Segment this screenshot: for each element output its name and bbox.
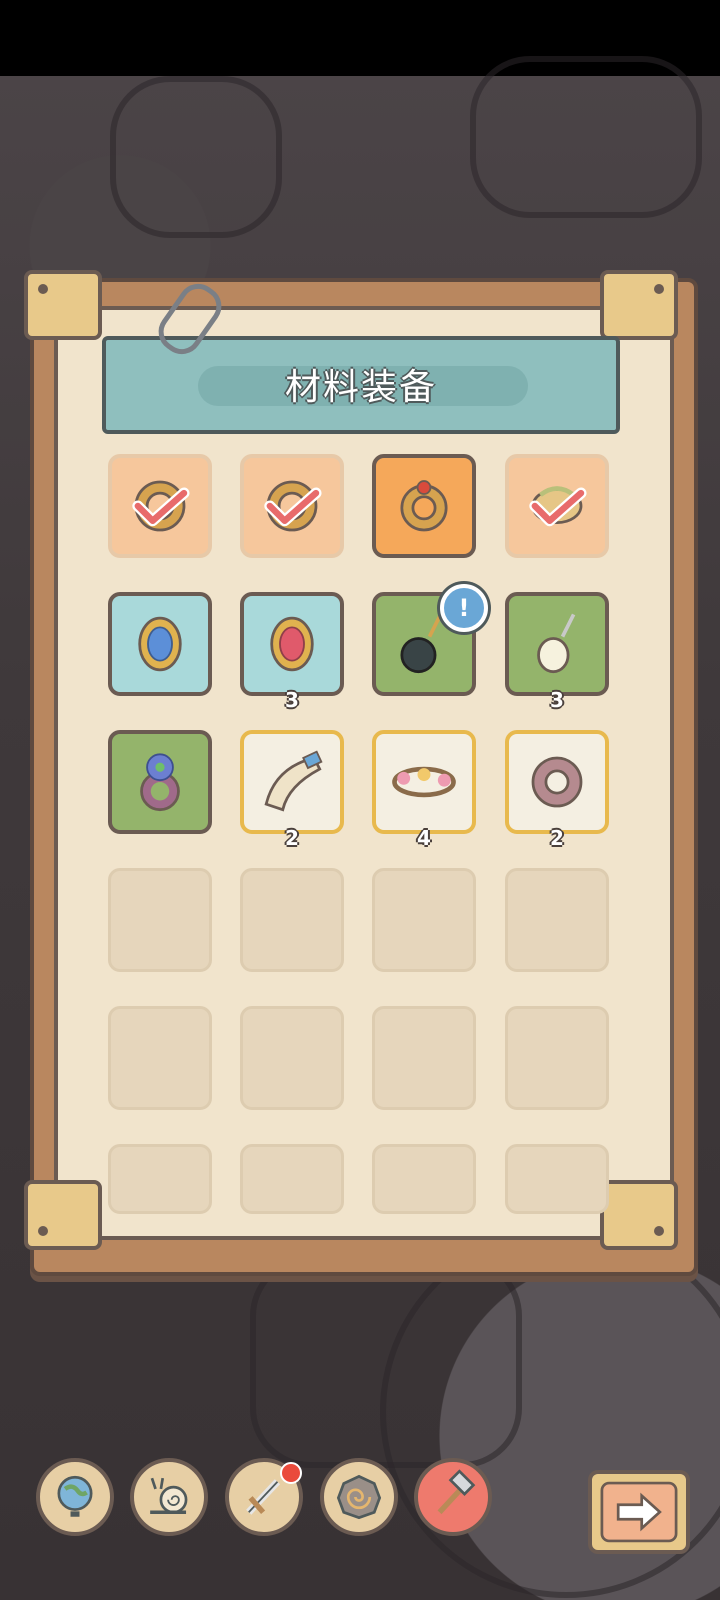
- ruby-brooch-icon: [270, 616, 314, 672]
- stone-ring-icon: [531, 756, 583, 808]
- panel-title: 材料装备: [284, 367, 437, 408]
- corner-bracket: [24, 1180, 102, 1250]
- item-slot[interactable]: [240, 454, 344, 558]
- corner-bracket: [24, 270, 102, 340]
- empty-slot: [240, 1006, 344, 1110]
- empty-slot: [108, 868, 212, 972]
- item-count: 3: [285, 688, 299, 712]
- item-slot[interactable]: [108, 454, 212, 558]
- hammer-icon: [437, 1469, 476, 1515]
- spiral-shell-icon: [336, 1474, 382, 1520]
- ruby-ring-icon: [400, 480, 448, 532]
- flower-ring-icon: [140, 753, 180, 812]
- hammer-button[interactable]: [414, 1458, 492, 1536]
- empty-slot: [372, 868, 476, 972]
- item-slot[interactable]: [240, 730, 344, 834]
- spiral-shell-button[interactable]: [320, 1458, 398, 1536]
- item-count: 2: [285, 826, 299, 850]
- next-button[interactable]: [588, 1470, 690, 1554]
- empty-slot: [505, 1144, 609, 1214]
- empty-slot: [372, 1006, 476, 1110]
- empty-slot: [108, 1006, 212, 1110]
- item-slot[interactable]: [372, 730, 476, 834]
- globe-icon: [57, 1475, 93, 1517]
- snail-button[interactable]: [130, 1458, 208, 1536]
- sapphire-brooch-icon: [138, 616, 182, 672]
- item-slot[interactable]: [240, 592, 344, 696]
- item-slot[interactable]: [108, 730, 212, 834]
- item-count: 3: [550, 688, 564, 712]
- empty-slot: [240, 1144, 344, 1214]
- alert-badge: !: [440, 584, 488, 632]
- globe-button[interactable]: [36, 1458, 114, 1536]
- empty-slot: [505, 1006, 609, 1110]
- corner-bracket: [600, 1180, 678, 1250]
- item-slot[interactable]: [505, 592, 609, 696]
- corner-bracket: [600, 270, 678, 340]
- item-count: 4: [417, 826, 431, 850]
- white-pearl-pendant-icon: [537, 613, 576, 674]
- empty-slot: [240, 868, 344, 972]
- item-slot[interactable]: [505, 730, 609, 834]
- item-slot[interactable]: [505, 454, 609, 558]
- notification-dot: [280, 1462, 302, 1484]
- item-count: 2: [550, 826, 564, 850]
- feather-ring-checked-icon: [529, 486, 587, 527]
- empty-slot: [505, 868, 609, 972]
- item-slot[interactable]: [108, 592, 212, 696]
- ring-checked-icon: [132, 480, 190, 532]
- empty-slot: [372, 1144, 476, 1214]
- item-slot[interactable]: [372, 454, 476, 558]
- ring-checked-icon: [264, 480, 322, 532]
- snail-icon: [150, 1477, 188, 1515]
- flower-wreath-icon: [392, 766, 456, 798]
- arrow-right-icon: [600, 1481, 678, 1543]
- horn-icon: [264, 750, 323, 812]
- empty-slot: [108, 1144, 212, 1214]
